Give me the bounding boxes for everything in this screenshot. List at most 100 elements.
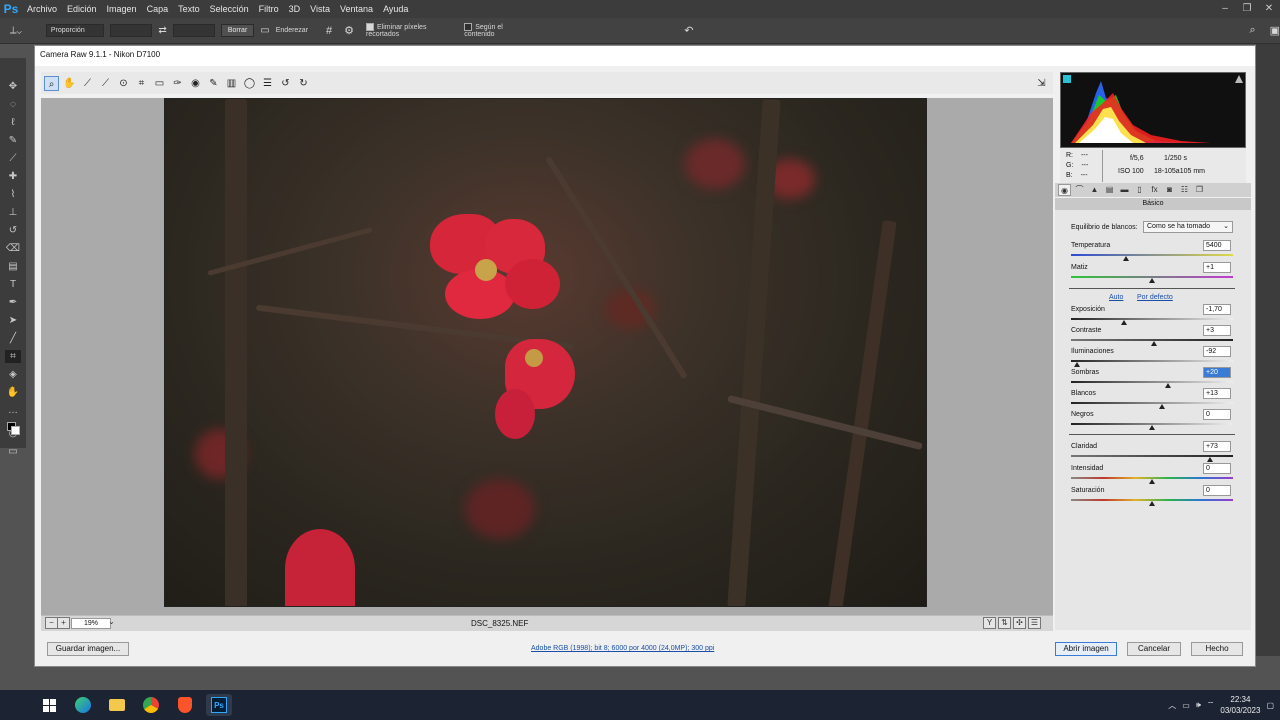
more-tools-icon[interactable]: … (5, 404, 21, 417)
save-image-button[interactable]: Guardar imagen... (47, 642, 129, 656)
detail-tab-icon[interactable]: ▲ (1088, 184, 1101, 196)
brave-icon[interactable] (172, 694, 198, 716)
graduated-filter-icon[interactable]: ▥ (224, 76, 239, 91)
path-select-tool-icon[interactable]: ➤ (5, 314, 21, 327)
menu-ayuda[interactable]: Ayuda (378, 0, 413, 18)
clarity-value[interactable]: +73 (1203, 441, 1231, 452)
menu-ventana[interactable]: Ventana (335, 0, 378, 18)
menu-archivo[interactable]: Archivo (22, 0, 62, 18)
menu-seleccion[interactable]: Selección (205, 0, 254, 18)
line-tool-icon[interactable]: ╱ (5, 332, 21, 345)
temperature-slider-thumb[interactable] (1123, 256, 1130, 261)
bucket-tool-icon[interactable]: ◈ (5, 368, 21, 381)
tint-value[interactable]: +1 (1203, 262, 1231, 273)
preferences-icon[interactable]: ☰ (260, 76, 275, 91)
swap-icon[interactable]: ⇄ (158, 25, 166, 36)
undo-icon[interactable]: ↶ (684, 24, 693, 37)
menu-edicion[interactable]: Edición (62, 0, 102, 18)
exposure-slider-thumb[interactable] (1121, 320, 1128, 325)
photoshop-taskbar-icon[interactable]: Ps (206, 694, 232, 716)
crop-tool-icon[interactable]: ⌗ (5, 350, 21, 363)
effects-tab-icon[interactable]: fx (1148, 184, 1161, 196)
lasso-tool-icon[interactable]: ℓ (5, 116, 21, 129)
grid-overlay-icon[interactable]: # (326, 25, 332, 37)
rotate-left-icon[interactable]: ↺ (278, 76, 293, 91)
photo-preview[interactable] (164, 98, 927, 607)
pen-tool-icon[interactable]: ✒ (5, 296, 21, 309)
saturation-slider-thumb[interactable] (1149, 501, 1155, 506)
split-toning-tab-icon[interactable]: ▬ (1118, 184, 1131, 196)
targeted-adjustment-icon[interactable]: ⊙ (116, 76, 131, 91)
before-after-icon[interactable]: Y (983, 617, 996, 629)
windows-start-icon[interactable] (36, 694, 62, 716)
edge-icon[interactable] (70, 694, 96, 716)
radial-filter-icon[interactable]: ◯ (242, 76, 257, 91)
toggle-settings-icon[interactable]: ☰ (1028, 617, 1041, 629)
contrast-value[interactable]: +3 (1203, 325, 1231, 336)
basic-tab-icon[interactable]: ◉ (1058, 184, 1071, 196)
image-preview-area[interactable] (41, 98, 1053, 615)
straighten-label[interactable]: Enderezar (276, 27, 308, 34)
stamp-tool-icon[interactable]: ⊥ (5, 206, 21, 219)
tone-curve-tab-icon[interactable]: ⌒ (1073, 184, 1086, 196)
crop-tool-icon[interactable]: ⌗ (134, 76, 149, 91)
contrast-slider-thumb[interactable] (1150, 341, 1157, 346)
workspace-icon[interactable]: ▣ (1270, 24, 1280, 37)
file-explorer-icon[interactable] (104, 694, 130, 716)
cancel-button[interactable]: Cancelar (1127, 642, 1181, 656)
temperature-slider[interactable] (1071, 254, 1233, 256)
height-field[interactable] (172, 24, 215, 37)
tint-slider-thumb[interactable] (1149, 278, 1155, 283)
straighten-tool-icon[interactable]: ▭ (152, 76, 167, 91)
quick-select-tool-icon[interactable]: ✎ (5, 134, 21, 147)
ratio-select[interactable]: Proporción (45, 24, 105, 37)
auto-link[interactable]: Auto (1109, 294, 1123, 301)
search-icon[interactable]: ⌕ (1249, 24, 1255, 37)
chevron-up-icon[interactable]: ︿ (1168, 700, 1176, 711)
camera-calibration-tab-icon[interactable]: ◙ (1163, 184, 1176, 196)
white-balance-tool-icon[interactable]: ⟋ (80, 76, 95, 91)
hsl-tab-icon[interactable]: ▤ (1103, 184, 1116, 196)
highlights-slider[interactable] (1071, 360, 1233, 362)
color-sampler-tool-icon[interactable]: ⟋ (98, 76, 113, 91)
wifi-icon[interactable]: ⌔ (1207, 700, 1215, 710)
whites-slider[interactable] (1071, 402, 1233, 404)
lens-corrections-tab-icon[interactable]: ▯ (1133, 184, 1146, 196)
presets-tab-icon[interactable]: ☷ (1178, 184, 1191, 196)
menu-vista[interactable]: Vista (305, 0, 335, 18)
content-aware-checkbox[interactable]: Según el contenido (464, 23, 528, 38)
zoom-tool-icon[interactable]: ⌕ (44, 75, 59, 91)
minimize-icon[interactable]: – (1214, 0, 1236, 18)
zoom-in-icon[interactable]: + (57, 617, 70, 629)
whites-value[interactable]: +13 (1203, 388, 1231, 399)
menu-3d[interactable]: 3D (284, 0, 306, 18)
history-brush-icon[interactable]: ↺ (5, 224, 21, 237)
default-link[interactable]: Por defecto (1137, 294, 1173, 301)
hand-tool-icon[interactable]: ✋ (62, 76, 77, 91)
type-tool-icon[interactable]: T (5, 278, 21, 291)
fullscreen-icon[interactable]: ⇲ (1034, 76, 1049, 91)
clock[interactable]: 22:34 03/03/2023 (1220, 694, 1260, 716)
snapshots-tab-icon[interactable]: ❐ (1193, 184, 1206, 196)
healing-tool-icon[interactable]: ✚ (5, 170, 21, 183)
temperature-value[interactable]: 5400 (1203, 240, 1231, 251)
hand-tool-icon[interactable]: ✋ (5, 386, 21, 399)
saturation-value[interactable]: 0 (1203, 485, 1231, 496)
copy-settings-icon[interactable]: ✣ (1013, 617, 1026, 629)
exposure-slider[interactable] (1071, 318, 1233, 320)
eraser-tool-icon[interactable]: ⌫ (5, 242, 21, 255)
gradient-tool-icon[interactable]: ▤ (5, 260, 21, 273)
shadows-value[interactable]: +20 (1203, 367, 1231, 378)
volume-icon[interactable]: 🕪 (1196, 700, 1201, 710)
rotate-right-icon[interactable]: ↻ (296, 76, 311, 91)
menu-filtro[interactable]: Filtro (254, 0, 284, 18)
swap-settings-icon[interactable]: ⇅ (998, 617, 1011, 629)
whites-slider-thumb[interactable] (1158, 404, 1165, 409)
highlight-clipping-icon[interactable] (1235, 75, 1243, 83)
notification-icon[interactable]: ▢ (1266, 701, 1274, 710)
brush-tool-icon[interactable]: ⌇ (5, 188, 21, 201)
workflow-options-link[interactable]: Adobe RGB (1998); bit 8; 6000 por 4000 (… (531, 645, 714, 652)
gear-icon[interactable]: ⚙ (344, 24, 354, 37)
close-icon[interactable]: ✕ (1258, 0, 1280, 18)
highlights-slider-thumb[interactable] (1074, 362, 1081, 367)
